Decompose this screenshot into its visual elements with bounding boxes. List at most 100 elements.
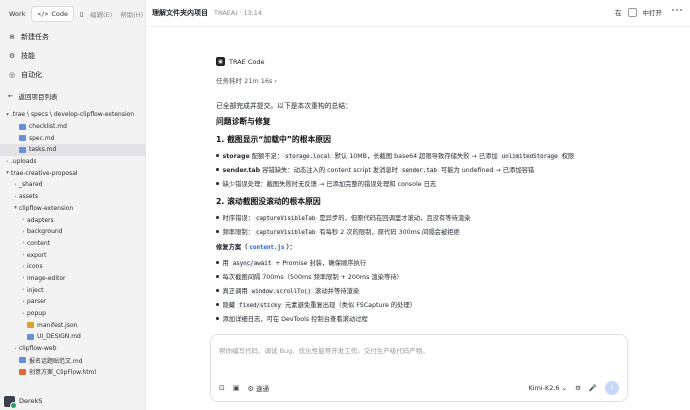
- tree-folder[interactable]: › adapters: [0, 214, 146, 226]
- tree-folder[interactable]: › _shared: [0, 179, 146, 191]
- tree-item-label: background: [27, 228, 63, 236]
- nav-new-task[interactable]: ⊕ 新建任务: [4, 27, 142, 46]
- user-profile[interactable]: DerekS: [0, 392, 146, 410]
- model-label: Kimi-K2.6: [528, 384, 560, 392]
- more-options-icon[interactable]: [672, 9, 682, 11]
- tree-folder[interactable]: › parser: [0, 296, 146, 308]
- tree-item-label: 报名话题贴范文.md: [29, 357, 83, 365]
- chevron-right-icon[interactable]: ›: [12, 346, 19, 352]
- chevron-right-icon[interactable]: ›: [12, 194, 19, 200]
- tree-item-label: adapters: [27, 216, 54, 224]
- tree-item-label: clipflow-web: [19, 345, 57, 353]
- tab-work-label: Work: [9, 10, 26, 18]
- menu-help[interactable]: 帮助(H): [120, 9, 143, 19]
- tree-item-label: .uploads: [11, 158, 37, 166]
- arrow-up-icon: ↑: [609, 384, 615, 392]
- user-name: DerekS: [19, 397, 43, 405]
- agent-name: TRAE Code: [229, 57, 265, 66]
- tree-file[interactable]: manifest.json: [0, 319, 146, 331]
- tree-item-label: export: [27, 251, 47, 259]
- open-in-control[interactable]: 在 中打开: [615, 7, 662, 17]
- open-in-prefix: 在: [615, 9, 622, 17]
- nav-skills[interactable]: ⚙ 技能: [4, 46, 142, 65]
- back-to-projects-button[interactable]: ← 返回项目列表: [4, 89, 57, 103]
- chevron-right-icon[interactable]: ›: [20, 311, 27, 317]
- input-toolbar: ⊡ ▣ ⚙ 速通: [219, 383, 269, 393]
- tree-file[interactable]: tasks.md: [0, 144, 146, 156]
- tree-folder[interactable]: ▾ clipflow-extension: [0, 203, 146, 215]
- sidebar: Work </> Code ▯ 编辑(E) 帮助(H) ⊕ 新建任务 ⚙ 技能 ◎ 自动…: [0, 0, 146, 410]
- attach-icon[interactable]: ⊡: [219, 384, 225, 392]
- fix-plan-title: 修复方案（ content.js）：: [216, 244, 296, 251]
- menu-edit[interactable]: 编辑(E): [90, 9, 112, 19]
- md-file-icon: [19, 357, 26, 364]
- arrow-left-icon: ←: [8, 92, 14, 100]
- chevron-right-icon[interactable]: ›: [12, 182, 19, 188]
- tree-item-label: assets: [19, 193, 39, 201]
- list-item: 真正调用 window.scrollTo() 滚动并等待渲染: [216, 286, 359, 295]
- main-panel: 理解文件夹内项目 TRAEAI · 13:14 在 中打开 ▣ TRAE Cod…: [146, 0, 690, 410]
- tree-file[interactable]: UI_DESIGN.md: [0, 331, 146, 343]
- tree-file[interactable]: checklist.md: [0, 121, 146, 133]
- avatar: [4, 395, 17, 409]
- tree-item-label: trae-creative-proposal: [11, 169, 78, 177]
- chevron-right-icon[interactable]: ›: [20, 299, 27, 305]
- panel-icon: ▯: [79, 10, 84, 18]
- tree-item-label: tasks.md: [29, 146, 57, 154]
- tree-folder[interactable]: › background: [0, 226, 146, 238]
- chevron-down-icon[interactable]: ▾: [12, 205, 19, 211]
- chevron-right-icon[interactable]: ›: [20, 217, 27, 223]
- tree-item-label: .trae \ specs \ develop-clipflow-extensi…: [11, 111, 135, 119]
- chevron-right-icon[interactable]: ›: [20, 252, 27, 258]
- chevron-right-icon[interactable]: ›: [20, 275, 27, 281]
- tree-folder[interactable]: › clipflow-web: [0, 343, 146, 355]
- list-item: 时序错误： captureVisibleTab 是异步的，但原代码在回调里才滚动，…: [216, 213, 470, 222]
- tree-file[interactable]: 创意方案_ClipFlow.html: [0, 366, 146, 378]
- tree-folder[interactable]: › icons: [0, 261, 146, 273]
- tree-file[interactable]: 报名话题贴范文.md: [0, 354, 146, 366]
- chat-input[interactable]: 帮你编写代码、调试 Bug、优化性能等开发工作。交付生产级代码产物。 ⊡ ▣ ⚙…: [210, 334, 628, 402]
- tree-folder[interactable]: › .uploads: [0, 156, 146, 168]
- tree-folder[interactable]: › image-editor: [0, 273, 146, 285]
- chevron-down-icon[interactable]: ▾: [4, 112, 11, 118]
- speed-mode-label: 速通: [256, 385, 270, 393]
- heading-diagnosis: 问题诊断与修复: [216, 117, 271, 126]
- tree-item-label: popup: [27, 310, 46, 318]
- settings-icon[interactable]: ⚙: [575, 384, 581, 392]
- md-file-icon: [19, 146, 26, 153]
- chevron-down-icon[interactable]: ▾: [4, 170, 11, 176]
- tree-folder[interactable]: › content: [0, 238, 146, 250]
- tree-item-label: parser: [27, 298, 47, 306]
- tree-item-label: checklist.md: [29, 123, 67, 131]
- chevron-right-icon[interactable]: ›: [20, 229, 27, 235]
- tree-folder[interactable]: › export: [0, 249, 146, 261]
- tree-folder[interactable]: › popup: [0, 308, 146, 320]
- code-icon: </>: [37, 10, 49, 18]
- tree-folder[interactable]: ▾ .trae \ specs \ develop-clipflow-extens…: [0, 109, 146, 121]
- image-icon[interactable]: ▣: [233, 384, 240, 392]
- speed-mode-button[interactable]: ⚙ 速通: [248, 383, 270, 393]
- tree-folder[interactable]: ▾ trae-creative-proposal: [0, 167, 146, 179]
- elapsed-time[interactable]: 任务耗时 21m 16s ›: [216, 75, 277, 85]
- send-button[interactable]: ↑: [605, 381, 619, 395]
- chevron-right-icon[interactable]: ›: [20, 264, 27, 270]
- tree-item-label: inject: [27, 286, 44, 294]
- tree-item-label: spec.md: [29, 134, 55, 142]
- chevron-right-icon[interactable]: ›: [20, 287, 27, 293]
- chevron-right-icon[interactable]: ›: [4, 159, 11, 165]
- chevron-right-icon[interactable]: ›: [20, 240, 27, 246]
- tree-folder[interactable]: › inject: [0, 284, 146, 296]
- tree-file[interactable]: spec.md: [0, 132, 146, 144]
- sidebar-toggle-button[interactable]: ▯: [75, 7, 89, 21]
- tab-work[interactable]: Work: [4, 7, 30, 21]
- nav-automation[interactable]: ◎ 自动化: [4, 65, 142, 84]
- tree-folder[interactable]: › assets: [0, 191, 146, 203]
- tab-code[interactable]: </> Code: [32, 7, 73, 21]
- input-right-controls: Kimi-K2.6 ⌄ ⚙ 🎤 ↑: [528, 381, 619, 395]
- agent-label: ▣ TRAE Code: [216, 57, 264, 66]
- microphone-icon[interactable]: 🎤: [589, 384, 597, 392]
- tree-item-label: _shared: [19, 181, 43, 189]
- tree-item-label: UI_DESIGN.md: [37, 333, 81, 341]
- editor-icon: [627, 7, 637, 17]
- model-selector[interactable]: Kimi-K2.6 ⌄: [528, 384, 567, 392]
